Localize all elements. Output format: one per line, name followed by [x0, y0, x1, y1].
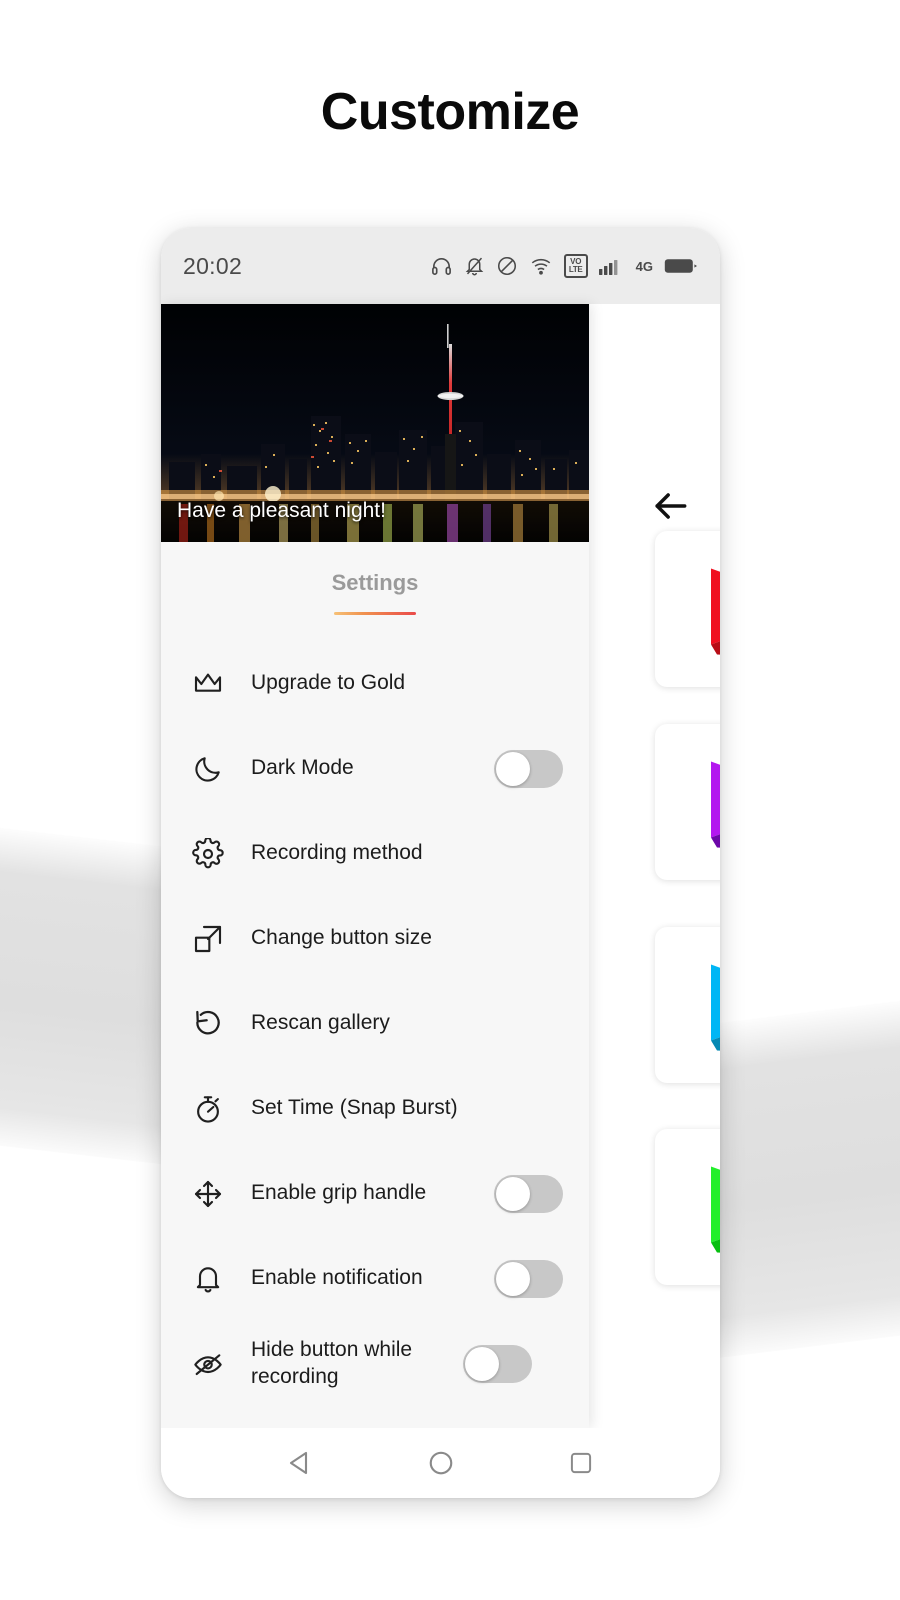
settings-menu: Upgrade to Gold Dark Mode Recording meth…: [161, 641, 589, 1406]
menu-item-recording-method[interactable]: Recording method: [161, 811, 589, 896]
nav-recents-icon[interactable]: [567, 1449, 595, 1477]
settings-drawer: Have a pleasant night! Settings Upgrade …: [161, 304, 589, 1428]
drawer-title-underline: [334, 612, 416, 615]
dark-mode-toggle[interactable]: [494, 749, 563, 788]
gear-icon: [187, 837, 229, 870]
menu-label: Rescan gallery: [251, 1011, 390, 1035]
refresh-icon: [187, 1008, 229, 1040]
move-arrows-icon: [187, 1178, 229, 1210]
notification-toggle[interactable]: [494, 1259, 563, 1298]
status-bar: 20:02 VO LTE 4G: [161, 228, 720, 304]
menu-item-dark-mode[interactable]: Dark Mode: [161, 726, 589, 811]
back-arrow-icon[interactable]: [648, 484, 692, 528]
menu-label: Hide button while recording: [251, 1337, 413, 1388]
drawer-title: Settings: [331, 570, 419, 595]
menu-label: Upgrade to Gold: [251, 671, 406, 695]
signal-icon: [598, 255, 625, 277]
nav-back-icon[interactable]: [286, 1448, 316, 1478]
crown-icon: [187, 668, 229, 700]
card-red[interactable]: [655, 531, 720, 687]
menu-label: Enable notification: [251, 1266, 423, 1290]
status-icons: VO LTE 4G: [430, 254, 698, 278]
red-bowtie-icon: [703, 555, 720, 664]
menu-item-enable-grip-handle[interactable]: Enable grip handle: [161, 1151, 589, 1236]
stopwatch-icon: [187, 1093, 229, 1125]
hide-button-toggle[interactable]: [463, 1344, 532, 1383]
green-bowtie-icon: [703, 1153, 720, 1262]
menu-item-upgrade-to-gold[interactable]: Upgrade to Gold: [161, 641, 589, 726]
card-cyan[interactable]: [655, 927, 720, 1083]
screenshot-root: Customize 20:02 VO LTE 4G Have a pleasan…: [0, 0, 900, 1600]
hero-caption: Have a pleasant night!: [177, 499, 386, 522]
network-4g-icon: 4G: [635, 258, 653, 274]
card-green[interactable]: [655, 1129, 720, 1285]
menu-item-set-time-snap-burst[interactable]: Set Time (Snap Burst): [161, 1066, 589, 1151]
status-clock: 20:02: [183, 252, 243, 279]
menu-label: Set Time (Snap Burst): [251, 1096, 458, 1120]
toggle-knob: [496, 751, 530, 786]
toggle-knob: [496, 1176, 530, 1211]
menu-item-enable-notification[interactable]: Enable notification: [161, 1236, 589, 1321]
menu-label: Change button size: [251, 926, 432, 950]
cyan-bowtie-icon: [703, 951, 720, 1060]
do-not-disturb-icon: [496, 255, 518, 277]
menu-label: Dark Mode: [251, 756, 354, 780]
menu-label: Recording method: [251, 841, 423, 865]
bell-off-icon: [464, 255, 485, 277]
hero-night-skyline: Have a pleasant night!: [161, 304, 589, 542]
toggle-knob: [465, 1346, 499, 1381]
menu-label: Enable grip handle: [251, 1181, 427, 1205]
page-title: Customize: [320, 83, 580, 141]
toggle-knob: [496, 1261, 530, 1296]
resize-icon: [187, 923, 229, 955]
nav-home-icon[interactable]: [426, 1448, 456, 1478]
menu-item-hide-button-while-recording[interactable]: Hide button while recording: [161, 1321, 589, 1406]
card-purple[interactable]: [655, 724, 720, 880]
grip-handle-toggle[interactable]: [494, 1174, 563, 1213]
volte-icon: VO LTE: [563, 254, 588, 278]
menu-item-change-button-size[interactable]: Change button size: [161, 896, 589, 981]
bell-icon: [187, 1263, 229, 1295]
phone-mockup: 20:02 VO LTE 4G Have a pleasant night! S…: [161, 228, 720, 1498]
android-nav-bar: [161, 1428, 720, 1498]
wifi-icon: [529, 255, 553, 277]
battery-icon: [664, 256, 698, 276]
drawer-header: Settings: [161, 542, 589, 615]
purple-bowtie-icon: [703, 748, 720, 857]
eye-off-icon: [187, 1348, 229, 1380]
menu-item-rescan-gallery[interactable]: Rescan gallery: [161, 981, 589, 1066]
headset-icon: [430, 255, 453, 278]
moon-icon: [187, 753, 229, 785]
decorative-band-right: [700, 984, 900, 1361]
